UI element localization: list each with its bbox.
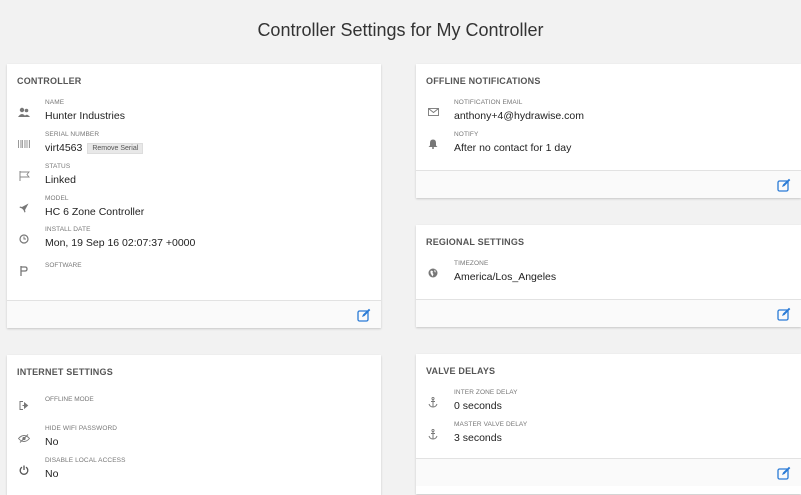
offline-notifications-card: OFFLINE NOTIFICATIONS NOTIFICATION EMAIL…: [416, 64, 801, 198]
field-label: MASTER VALVE DELAY: [454, 421, 528, 428]
card-title: VALVE DELAYS: [426, 366, 496, 376]
envelope-icon: [426, 105, 440, 119]
rocket-icon: [17, 201, 31, 215]
install-date-field: INSTALL DATE Mon, 19 Sep 16 02:07:37 +00…: [17, 226, 377, 256]
controller-card: CONTROLLER NAME Hunter Industries SERIAL…: [7, 64, 381, 328]
power-icon: [17, 463, 31, 477]
edit-icon[interactable]: [777, 178, 791, 192]
globe-icon: [426, 266, 440, 280]
sign-out-icon: [17, 398, 31, 412]
edit-icon[interactable]: [357, 308, 371, 322]
card-footer: [416, 299, 801, 327]
field-label: NAME: [45, 99, 65, 106]
field-label: OFFLINE MODE: [45, 396, 94, 403]
field-label: DISABLE LOCAL ACCESS: [45, 457, 126, 464]
card-title: REGIONAL SETTINGS: [426, 237, 525, 247]
card-footer: [416, 458, 801, 486]
master-valve-delay-field: MASTER VALVE DELAY 3 seconds: [426, 421, 786, 451]
barcode-icon: [17, 137, 31, 151]
card-title: CONTROLLER: [17, 76, 82, 86]
model-field: MODEL HC 6 Zone Controller: [17, 195, 377, 225]
card-footer: [416, 170, 801, 198]
inter-zone-delay-field: INTER ZONE DELAY 0 seconds: [426, 389, 786, 419]
internet-settings-card: INTERNET SETTINGS OFFLINE MODE HIDE WIFI…: [7, 355, 381, 495]
field-value-row: virt4563 Remove Serial: [45, 142, 144, 154]
field-label: SOFTWARE: [45, 262, 82, 269]
field-value: HC 6 Zone Controller: [45, 206, 145, 218]
eye-slash-icon: [17, 431, 31, 445]
status-field: STATUS Linked: [17, 163, 377, 193]
software-icon: [17, 264, 31, 278]
offline-mode-field: OFFLINE MODE: [17, 392, 377, 422]
field-label: SERIAL NUMBER: [45, 131, 100, 138]
notify-field: NOTIFY After no contact for 1 day: [426, 131, 786, 161]
edit-icon[interactable]: [777, 466, 791, 480]
field-value: No: [45, 436, 59, 448]
timezone-field: TIMEZONE America/Los_Angeles: [426, 260, 786, 290]
serial-field: SERIAL NUMBER virt4563 Remove Serial: [17, 131, 377, 161]
clock-icon: [17, 232, 31, 246]
field-label: INSTALL DATE: [45, 226, 91, 233]
field-label: NOTIFY: [454, 131, 479, 138]
regional-settings-card: REGIONAL SETTINGS TIMEZONE America/Los_A…: [416, 225, 801, 327]
field-value: anthony+4@hydrawise.com: [454, 110, 585, 122]
field-value: Linked: [45, 174, 76, 186]
field-value: Mon, 19 Sep 16 02:07:37 +0000: [45, 237, 196, 249]
field-label: STATUS: [45, 163, 71, 170]
flag-icon: [17, 169, 31, 183]
valve-delays-card: VALVE DELAYS INTER ZONE DELAY 0 seconds …: [416, 354, 801, 494]
field-value: 3 seconds: [454, 432, 502, 444]
field-value: Hunter Industries: [45, 110, 125, 122]
field-value: No: [45, 468, 59, 480]
edit-icon[interactable]: [777, 307, 791, 321]
group-icon: [17, 105, 31, 119]
field-label: TIMEZONE: [454, 260, 489, 267]
anchor-icon: [426, 395, 440, 409]
card-title: OFFLINE NOTIFICATIONS: [426, 76, 541, 86]
hide-wifi-password-field: HIDE WIFI PASSWORD No: [17, 425, 377, 455]
field-value: America/Los_Angeles: [454, 271, 557, 283]
card-title: INTERNET SETTINGS: [17, 367, 113, 377]
field-label: MODEL: [45, 195, 69, 202]
field-label: HIDE WIFI PASSWORD: [45, 425, 118, 432]
serial-number-value: virt4563: [45, 142, 83, 154]
anchor-icon: [426, 427, 440, 441]
field-label: INTER ZONE DELAY: [454, 389, 518, 396]
disable-local-access-field: DISABLE LOCAL ACCESS No: [17, 457, 377, 487]
field-value: 0 seconds: [454, 400, 502, 412]
field-label: NOTIFICATION EMAIL: [454, 99, 523, 106]
software-field: SOFTWARE: [17, 258, 377, 288]
name-field: NAME Hunter Industries: [17, 99, 377, 129]
card-footer: [7, 300, 381, 328]
field-value: After no contact for 1 day: [454, 142, 572, 154]
notification-email-field: NOTIFICATION EMAIL anthony+4@hydrawise.c…: [426, 99, 786, 129]
remove-serial-button[interactable]: Remove Serial: [87, 143, 144, 154]
bell-icon: [426, 137, 440, 151]
page-title: Controller Settings for My Controller: [257, 20, 544, 40]
